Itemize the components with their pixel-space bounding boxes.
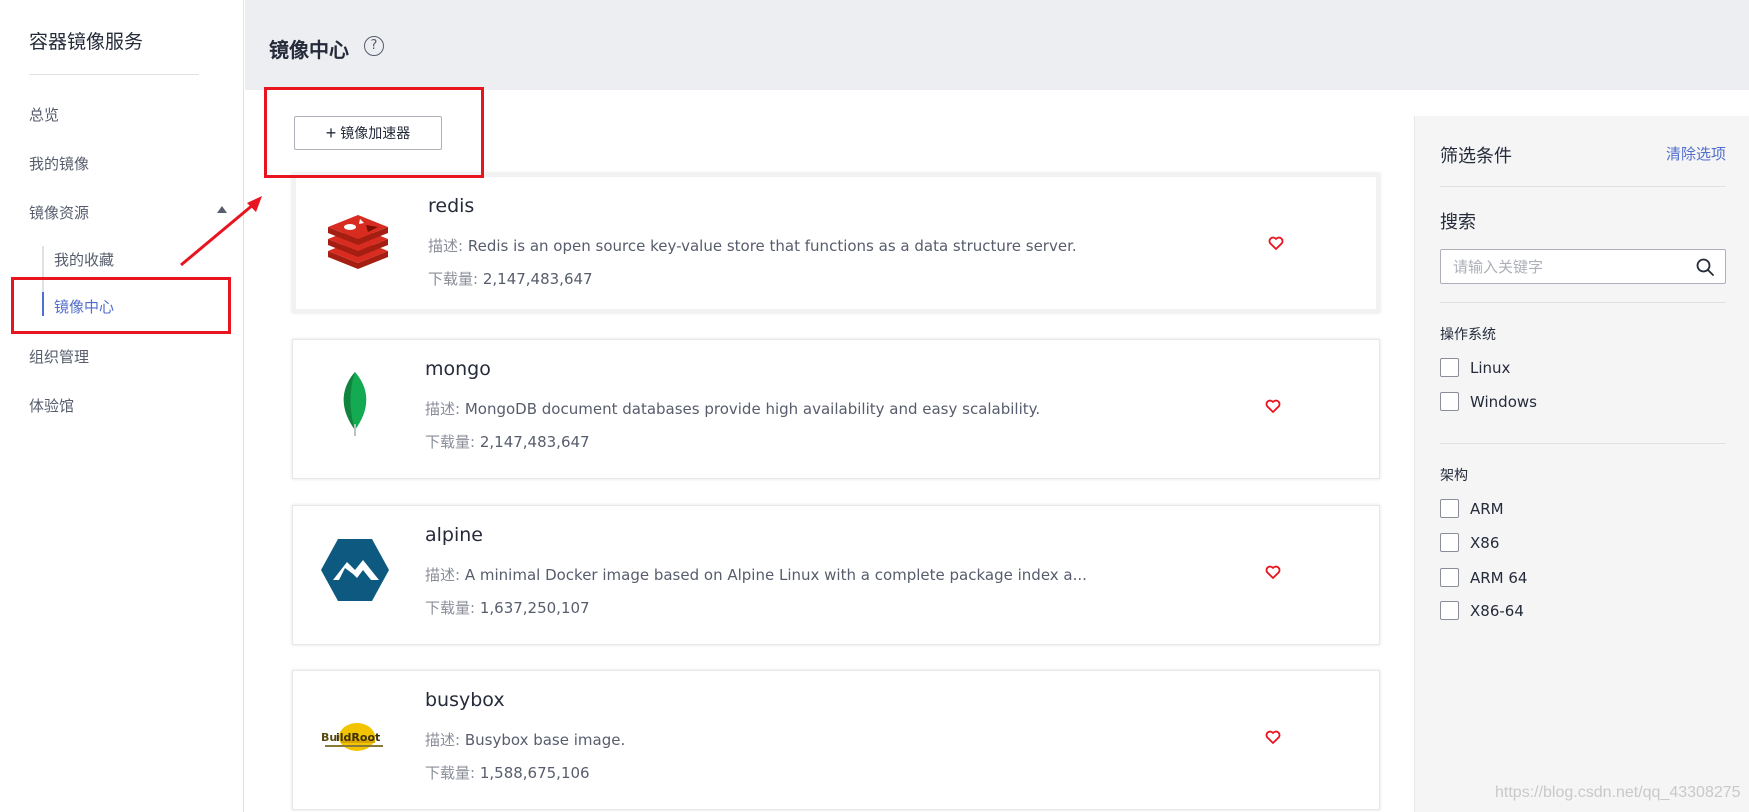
checkbox-linux[interactable]: Linux <box>1440 358 1510 377</box>
checkbox-label: Linux <box>1470 358 1511 377</box>
checkbox-label: X86-64 <box>1470 601 1524 620</box>
sidebar-item-org-management[interactable]: 组织管理 <box>29 346 89 367</box>
description-text: Redis is an open source key-value store … <box>467 237 1077 255</box>
downloads-label: 下载量: <box>425 599 476 617</box>
checkbox-windows[interactable]: Windows <box>1440 392 1537 411</box>
image-description: 描述: A minimal Docker image based on Alpi… <box>425 564 1087 585</box>
favorite-heart-icon[interactable] <box>1265 398 1281 414</box>
favorite-heart-icon[interactable] <box>1265 729 1281 745</box>
clear-options-link[interactable]: 清除选项 <box>1666 143 1726 164</box>
checkbox-icon[interactable] <box>1440 392 1459 411</box>
sidebar-title: 容器镜像服务 <box>29 31 144 53</box>
checkbox-icon[interactable] <box>1440 533 1459 552</box>
checkbox-label: X86 <box>1470 533 1500 552</box>
filter-divider <box>1440 443 1726 444</box>
add-accelerator-button[interactable]: + 镜像加速器 <box>294 116 442 150</box>
downloads-count: 2,147,483,647 <box>482 270 593 288</box>
description-text: Busybox base image. <box>464 731 626 749</box>
image-card-mongo[interactable]: mongo 描述: MongoDB document databases pro… <box>292 339 1380 479</box>
image-downloads: 下载量: 2,147,483,647 <box>425 431 590 452</box>
description-label: 描述: <box>425 566 461 584</box>
checkbox-label: ARM <box>1470 499 1504 518</box>
sidebar-item-my-favorites[interactable]: 我的收藏 <box>54 249 114 270</box>
description-text: A minimal Docker image based on Alpine L… <box>464 566 1087 584</box>
image-name[interactable]: redis <box>428 195 474 217</box>
image-card-alpine[interactable]: alpine 描述: A minimal Docker image based … <box>292 505 1380 645</box>
favorite-heart-icon[interactable] <box>1265 564 1281 580</box>
buildroot-logo-icon: Bu ildRoot <box>321 723 383 751</box>
watermark: https://blog.csdn.net/qq_43308275 <box>1495 784 1741 801</box>
downloads-count: 1,637,250,107 <box>479 599 590 617</box>
downloads-label: 下载量: <box>425 433 476 451</box>
image-downloads: 下载量: 2,147,483,647 <box>428 268 593 289</box>
checkbox-x86-64[interactable]: X86-64 <box>1440 601 1524 620</box>
sidebar-item-my-images[interactable]: 我的镜像 <box>29 153 89 174</box>
downloads-label: 下载量: <box>428 270 479 288</box>
checkbox-icon[interactable] <box>1440 499 1459 518</box>
favorite-heart-icon[interactable] <box>1268 235 1284 251</box>
downloads-count: 1,588,675,106 <box>479 764 590 782</box>
mongo-leaf-icon <box>343 372 367 436</box>
description-text: MongoDB document databases provide high … <box>464 400 1041 418</box>
arch-group-title: 架构 <box>1440 468 1468 484</box>
sidebar-divider <box>29 74 199 75</box>
image-card-redis[interactable]: redis 描述: Redis is an open source key-va… <box>292 173 1380 313</box>
sidebar-item-image-resources[interactable]: 镜像资源 <box>29 202 89 223</box>
svg-text:ildRoot: ildRoot <box>336 731 380 744</box>
filter-divider <box>1440 186 1726 187</box>
image-downloads: 下载量: 1,588,675,106 <box>425 762 590 783</box>
image-name[interactable]: busybox <box>425 689 505 711</box>
description-label: 描述: <box>425 731 461 749</box>
image-downloads: 下载量: 1,637,250,107 <box>425 597 590 618</box>
image-description: 描述: MongoDB document databases provide h… <box>425 398 1040 419</box>
os-group-title: 操作系统 <box>1440 327 1496 343</box>
svg-text:Bu: Bu <box>321 731 337 744</box>
sidebar: 容器镜像服务 总览 我的镜像 镜像资源 我的收藏 镜像中心 组织管理 体验馆 <box>0 0 244 812</box>
checkbox-label: Windows <box>1470 392 1537 411</box>
image-name[interactable]: alpine <box>425 524 483 546</box>
checkbox-arm[interactable]: ARM <box>1440 499 1504 518</box>
checkbox-icon[interactable] <box>1440 601 1459 620</box>
alpine-logo-icon <box>321 539 389 601</box>
image-card-busybox[interactable]: Bu ildRoot busybox 描述: Busybox base imag… <box>292 670 1380 810</box>
help-icon[interactable]: ? <box>364 36 384 56</box>
downloads-count: 2,147,483,647 <box>479 433 590 451</box>
checkbox-x86[interactable]: X86 <box>1440 533 1499 552</box>
page-title: 镜像中心 <box>269 38 349 62</box>
search-input[interactable] <box>1453 250 1683 283</box>
sidebar-item-experience-hall[interactable]: 体验馆 <box>29 395 74 416</box>
downloads-label: 下载量: <box>425 764 476 782</box>
search-icon[interactable] <box>1695 257 1715 277</box>
sidebar-item-overview[interactable]: 总览 <box>29 104 59 125</box>
checkbox-icon[interactable] <box>1440 358 1459 377</box>
search-title: 搜索 <box>1440 212 1476 233</box>
image-description: 描述: Busybox base image. <box>425 729 625 750</box>
add-accelerator-label: 镜像加速器 <box>340 125 411 141</box>
caret-up-icon[interactable] <box>217 206 227 213</box>
checkbox-label: ARM 64 <box>1470 568 1528 587</box>
search-box <box>1440 249 1726 284</box>
description-label: 描述: <box>425 400 461 418</box>
checkbox-arm64[interactable]: ARM 64 <box>1440 568 1527 587</box>
submenu-active-indicator <box>42 292 44 316</box>
sidebar-item-image-center[interactable]: 镜像中心 <box>54 296 114 317</box>
checkbox-icon[interactable] <box>1440 568 1459 587</box>
plus-icon: + <box>325 123 337 143</box>
image-name[interactable]: mongo <box>425 358 491 380</box>
image-description: 描述: Redis is an open source key-value st… <box>428 235 1077 256</box>
description-label: 描述: <box>428 237 464 255</box>
filter-divider <box>1440 302 1726 303</box>
filter-title: 筛选条件 <box>1440 146 1512 167</box>
redis-logo-icon <box>328 215 388 269</box>
